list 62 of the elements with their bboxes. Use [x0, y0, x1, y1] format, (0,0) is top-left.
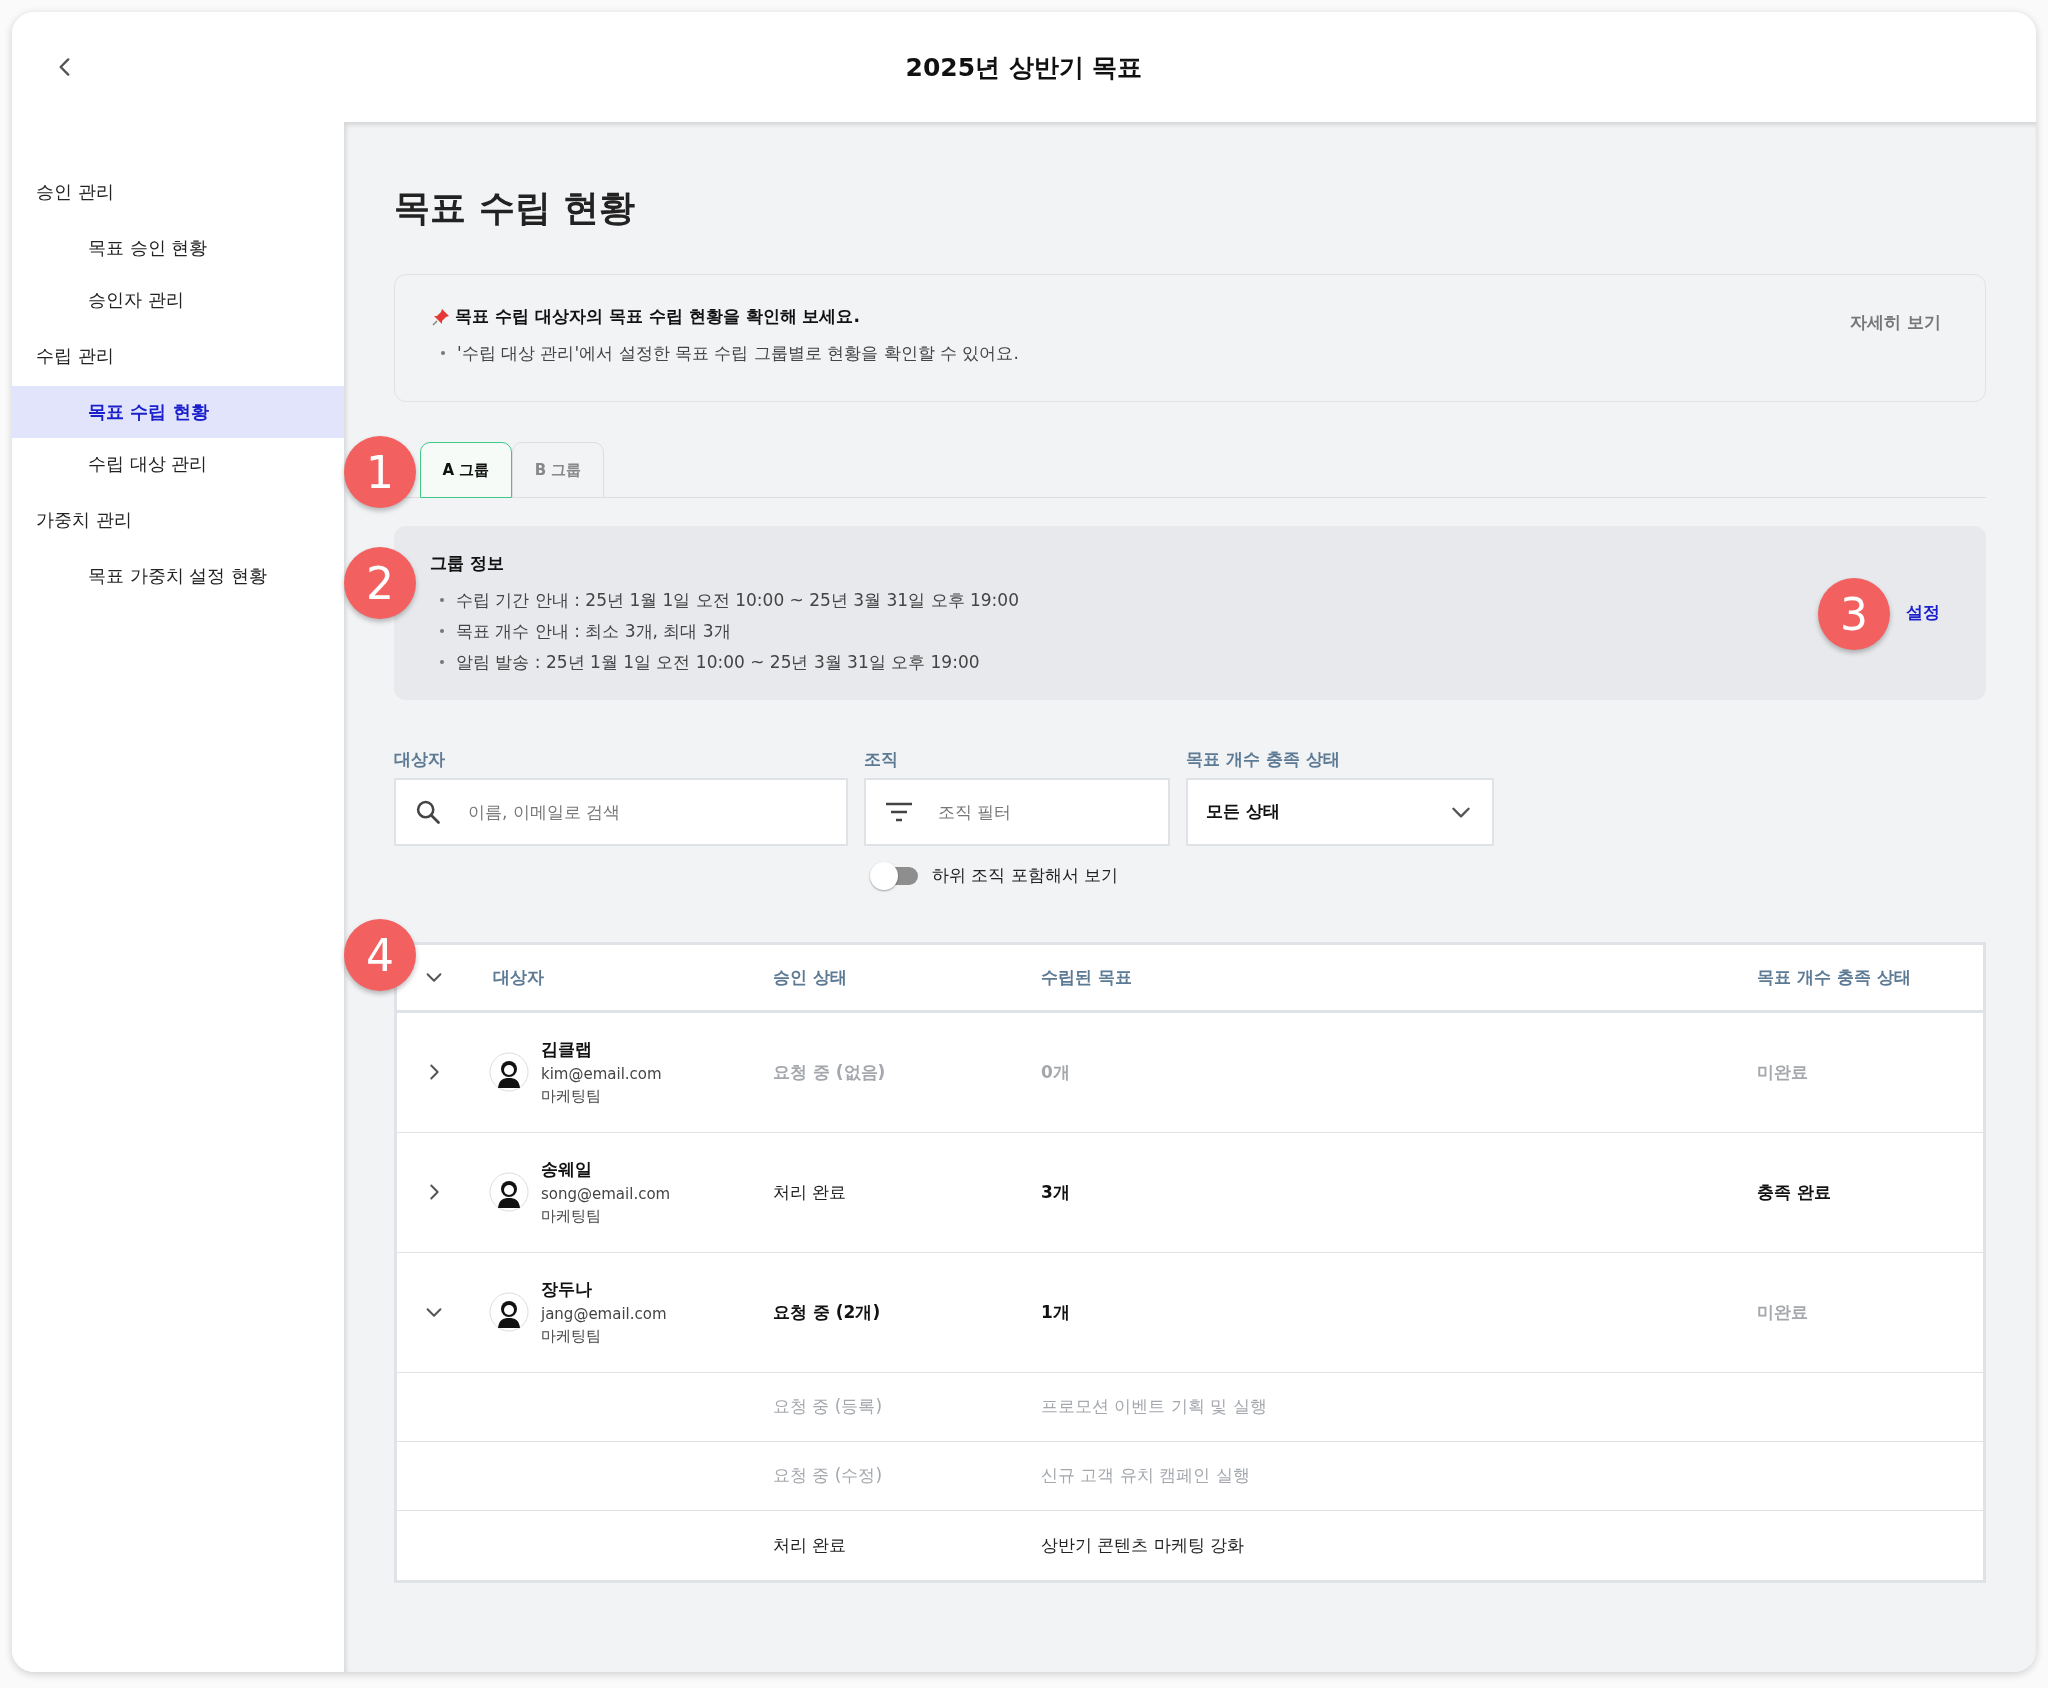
column-header: 목표 개수 충족 상태: [1757, 965, 1911, 989]
approval-status: 요청 중 (2개): [773, 1300, 881, 1324]
approval-status: 처리 완료: [773, 1533, 847, 1557]
filter-icon: [884, 800, 914, 823]
org-filter-field[interactable]: 조직 필터: [864, 777, 1170, 846]
sidebar-section-label: 가중치 관리: [35, 508, 133, 532]
approval-status: 요청 중 (등록): [773, 1395, 883, 1418]
fulfillment-status: 충족 완료: [1757, 1180, 1831, 1204]
column-header: 대상자: [493, 965, 544, 989]
member-email: song@email.com: [541, 1185, 671, 1203]
details-link[interactable]: 자세히 보기: [1850, 311, 1941, 334]
goal-count: 0개: [1041, 1060, 1070, 1084]
sidebar-section-label: 승인 관리: [35, 180, 115, 204]
approval-status: 요청 중 (없음): [773, 1060, 886, 1084]
approval-status: 처리 완료: [773, 1180, 847, 1204]
field-label: 대상자: [394, 748, 446, 771]
fulfillment-status: 미완료: [1757, 1060, 1808, 1084]
field-label: 조직: [864, 748, 899, 771]
sidebar-item[interactable]: 목표 승인 현황: [12, 222, 344, 274]
group-info-text: 수립 기간 안내 : 25년 1월 1일 오전 10:00 ~ 25년 3월 31일 오후 19:00: [430, 588, 1019, 612]
sidebar-item[interactable]: 수립 대상 관리: [12, 438, 344, 490]
member-name: 송웨일: [541, 1158, 593, 1181]
window-title: 2025년 상반기 목표: [905, 51, 1143, 84]
member-name: 김클랩: [541, 1038, 593, 1061]
goal-title: 상반기 콘텐츠 마케팅 강화: [1041, 1533, 1245, 1557]
member-email: jang@email.com: [541, 1305, 667, 1323]
sidebar-item[interactable]: 목표 수립 현황: [12, 386, 344, 438]
member-team: 마케팅팀: [541, 1327, 602, 1346]
sidebar-item[interactable]: 목표 가중치 설정 현황: [12, 550, 344, 602]
member-team: 마케팅팀: [541, 1207, 602, 1226]
fulfillment-status: 미완료: [1757, 1300, 1808, 1324]
annotation-badge: 1: [344, 436, 416, 508]
pushpin-icon: [431, 306, 451, 327]
notice-text: '수립 대상 관리'에서 설정한 목표 수립 그룹별로 현황을 확인할 수 있어요.: [431, 342, 1019, 365]
group-info-text: 목표 개수 안내 : 최소 3개, 최대 3개: [430, 619, 1019, 643]
search-field[interactable]: 이름, 이메일로 검색: [394, 777, 848, 846]
sidebar-item[interactable]: 승인자 관리: [12, 274, 344, 326]
goal-title: 프로모션 이벤트 기획 및 실행: [1041, 1395, 1267, 1418]
status-dropdown[interactable]: 모든 상태: [1186, 777, 1494, 846]
goal-count: 1개: [1041, 1300, 1070, 1324]
sidebar-section-label: 수립 관리: [35, 344, 115, 368]
column-header: 승인 상태: [773, 965, 847, 989]
annotation-badge: 2: [344, 547, 416, 619]
group-info-text: 알림 발송 : 25년 1월 1일 오전 10:00 ~ 25년 3월 31일 오후 19:00: [430, 650, 1019, 674]
page-title: 목표 수립 현황: [394, 186, 637, 230]
column-header: 수립된 목표: [1041, 965, 1132, 989]
notice-heading: 목표 수립 대상자의 목표 수립 현황을 확인해 보세요.: [455, 305, 860, 328]
annotation-badge: 4: [344, 919, 416, 991]
member-name: 장두나: [541, 1278, 593, 1301]
settings-link[interactable]: 설정: [1906, 601, 1940, 624]
group-info-heading: 그룹 정보: [430, 551, 505, 575]
avatar-icon: [489, 1172, 529, 1212]
goal-title: 신규 고객 유치 캠페인 실행: [1041, 1464, 1250, 1487]
approval-status: 요청 중 (수정): [773, 1464, 883, 1487]
member-team: 마케팅팀: [541, 1087, 602, 1106]
member-email: kim@email.com: [541, 1065, 662, 1083]
toggle-label: 하위 조직 포함해서 보기: [932, 864, 1119, 887]
field-label: 목표 개수 충족 상태: [1186, 748, 1341, 771]
avatar-icon: [489, 1292, 529, 1332]
goal-count: 3개: [1041, 1180, 1070, 1204]
avatar-icon: [489, 1052, 529, 1092]
group-tab[interactable]: A 그룹: [420, 442, 512, 498]
